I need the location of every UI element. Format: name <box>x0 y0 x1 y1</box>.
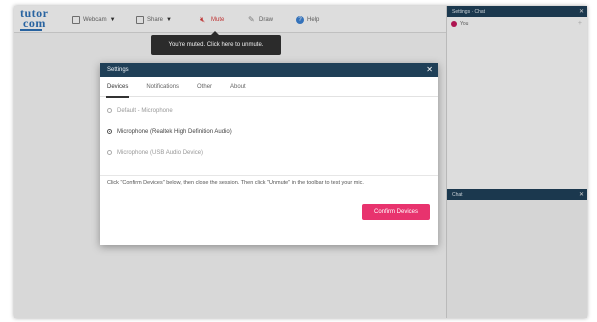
settings-tabs: Devices Notifications Other About <box>100 77 438 98</box>
microphone-option-realtek[interactable]: Microphone (Realtek High Definition Audi… <box>107 126 438 137</box>
tab-devices[interactable]: Devices <box>105 77 130 98</box>
settings-dialog-title: Settings <box>107 67 129 73</box>
microphone-option-label: Default - Microphone <box>117 107 173 114</box>
settings-dialog: Settings ✕ Devices Notifications Other A… <box>100 63 438 245</box>
muted-tooltip: You're muted. Click here to unmute. <box>151 31 281 55</box>
microphone-option-label: Microphone (USB Audio Device) <box>117 149 204 156</box>
radio-button[interactable] <box>107 150 112 155</box>
settings-dialog-header: Settings ✕ <box>100 63 438 77</box>
tab-about[interactable]: About <box>230 77 246 97</box>
tab-notifications[interactable]: Notifications <box>146 77 179 97</box>
microphone-option-usb[interactable]: Microphone (USB Audio Device) <box>107 147 438 158</box>
confirm-devices-button[interactable]: Confirm Devices <box>362 204 430 220</box>
tab-other[interactable]: Other <box>197 77 212 97</box>
microphone-options: Default - Microphone Microphone (Realtek… <box>100 97 438 158</box>
divider <box>100 175 438 176</box>
radio-button[interactable] <box>107 129 112 134</box>
app-window: tutor com Webcam ▼ Share ▼ 🔇︎ Mute ✎ Dra… <box>14 6 587 318</box>
close-icon[interactable]: ✕ <box>426 65 433 74</box>
radio-button[interactable] <box>107 108 112 113</box>
microphone-option-default[interactable]: Default - Microphone <box>107 105 438 116</box>
microphone-option-label: Microphone (Realtek High Definition Audi… <box>117 128 232 135</box>
instructions-text: Click "Confirm Devices" below, then clos… <box>107 180 364 186</box>
